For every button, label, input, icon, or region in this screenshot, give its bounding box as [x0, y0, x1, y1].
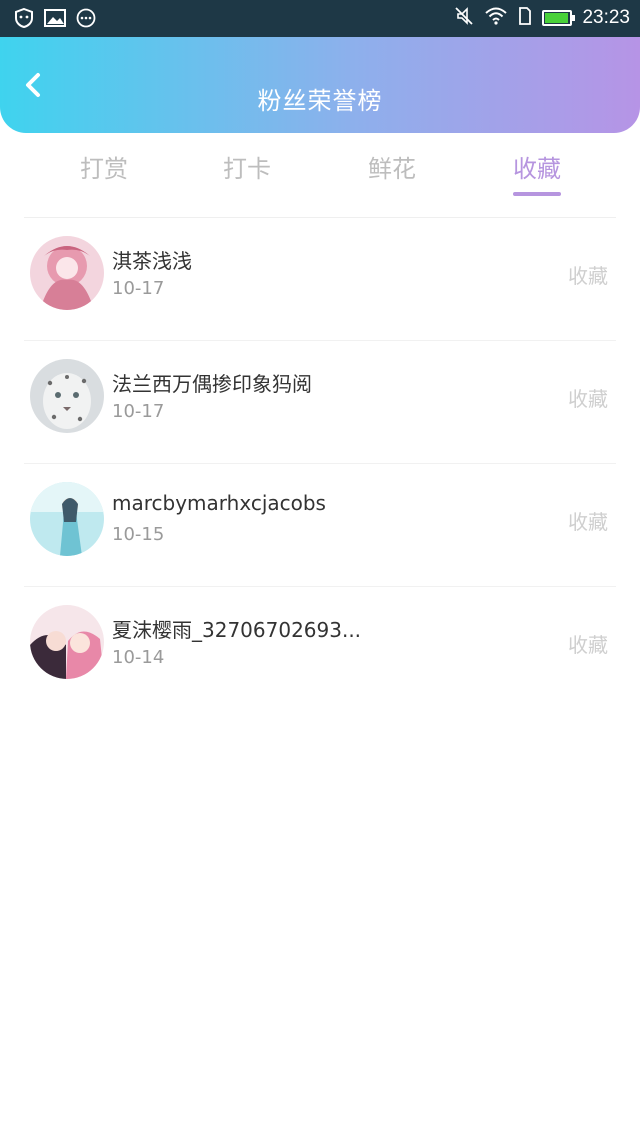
- wifi-icon: [484, 6, 508, 30]
- active-tab-indicator: [513, 192, 561, 196]
- tab-flowers[interactable]: 鲜花: [342, 149, 442, 184]
- fan-date: 10-14: [112, 647, 165, 668]
- fan-kind: 收藏: [568, 387, 608, 411]
- fan-kind: 收藏: [568, 264, 608, 288]
- mute-icon: [454, 6, 474, 30]
- title-bar: 粉丝荣誉榜: [0, 37, 640, 133]
- avatar: [30, 482, 104, 556]
- page-title: 粉丝荣誉榜: [257, 87, 383, 115]
- fan-date: 10-15: [112, 524, 165, 545]
- status-time: 23:23: [582, 7, 630, 28]
- fan-name: 夏沫樱雨_32706702693...: [112, 618, 362, 642]
- fan-kind: 收藏: [568, 633, 608, 657]
- list-item[interactable]: 夏沫樱雨_32706702693... 10-14 收藏: [0, 587, 640, 710]
- tab-checkin[interactable]: 打卡: [197, 149, 297, 184]
- image-icon: [44, 8, 66, 32]
- fan-name: marcbymarhxcjacobs: [112, 491, 326, 515]
- fan-date: 10-17: [112, 278, 165, 299]
- status-bar: 23:23: [0, 0, 640, 37]
- avatar: [30, 605, 104, 679]
- tab-favorites[interactable]: 收藏: [487, 149, 587, 184]
- avatar: [30, 359, 104, 433]
- shield-icon: [14, 7, 34, 32]
- sim-icon: [518, 6, 532, 30]
- fan-name: 法兰西万偶掺印象犸阅: [112, 372, 312, 396]
- battery-icon: [542, 10, 576, 26]
- tab-reward[interactable]: 打赏: [54, 149, 154, 184]
- battery-level: [545, 13, 569, 23]
- fan-date: 10-17: [112, 401, 165, 422]
- fan-kind: 收藏: [568, 510, 608, 534]
- fan-name: 淇茶浅浅: [112, 249, 192, 273]
- list-item[interactable]: 淇茶浅浅 10-17 收藏: [0, 218, 640, 341]
- list-item[interactable]: 法兰西万偶掺印象犸阅 10-17 收藏: [0, 341, 640, 464]
- list-item[interactable]: marcbymarhxcjacobs 10-15 收藏: [0, 464, 640, 587]
- more-dots-icon: [76, 8, 96, 32]
- avatar: [30, 236, 104, 310]
